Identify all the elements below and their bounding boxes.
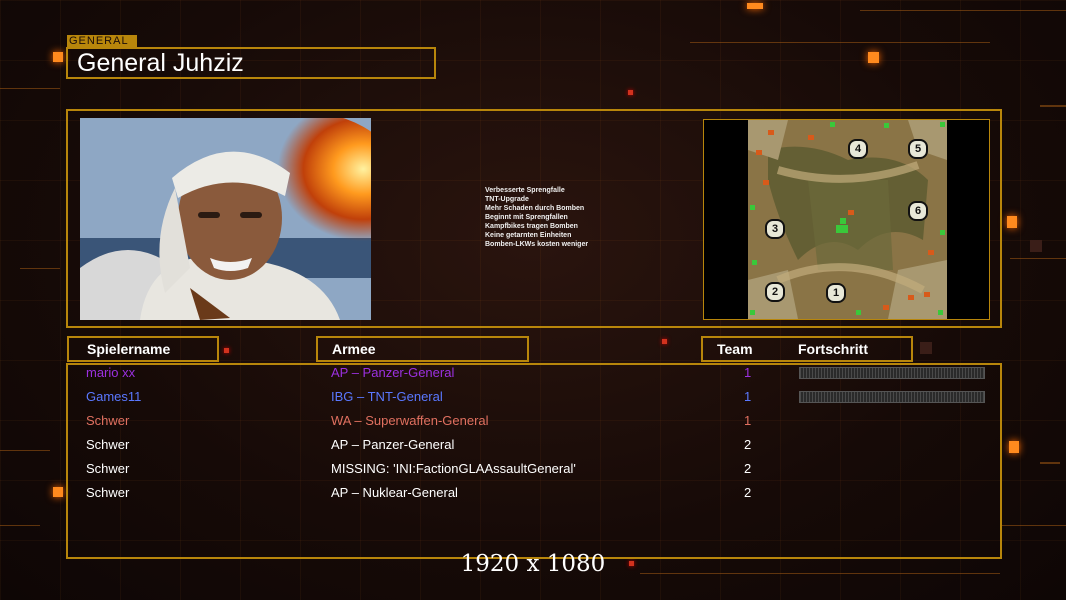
column-header-player[interactable]: Spielername: [67, 336, 219, 362]
deco-square: [1009, 441, 1019, 453]
feature-item: TNT-Upgrade: [485, 196, 529, 203]
player-army: AP – Panzer-General: [331, 437, 455, 452]
deco-square: [1007, 216, 1017, 228]
minimap[interactable]: 4 5 6 3 2 1: [748, 120, 947, 319]
start-position-marker[interactable]: 6: [908, 201, 928, 221]
deco-square: [224, 348, 229, 353]
deco-square: [1030, 240, 1042, 252]
player-name: Games11: [86, 389, 142, 404]
start-position-marker[interactable]: 5: [908, 139, 928, 159]
deco-square: [920, 342, 932, 354]
column-header-team-progress[interactable]: Team Fortschritt: [701, 336, 913, 362]
feature-item: Bomben-LKWs kosten weniger: [485, 241, 589, 248]
player-army: MISSING: 'INI:FactionGLAAssaultGeneral': [331, 461, 576, 476]
loading-progress-bar: [799, 367, 985, 379]
general-portrait-image: [80, 118, 371, 320]
player-army: IBG – TNT-General: [331, 389, 443, 404]
deco-line: [0, 450, 50, 451]
player-team: 2: [744, 461, 752, 476]
column-header-player-label: Spielername: [87, 341, 171, 357]
player-team: 1: [744, 413, 752, 428]
deco-square: [628, 90, 633, 95]
page-title: General Juhziz: [66, 47, 436, 79]
deco-square: [747, 3, 763, 9]
column-header-army-label: Armee: [332, 341, 376, 357]
player-name: mario xx: [86, 365, 136, 380]
deco-square: [53, 487, 63, 497]
player-name: Schwer: [86, 437, 130, 452]
deco-line: [20, 268, 60, 269]
deco-line: [1010, 258, 1066, 259]
loading-progress-bar: [799, 391, 985, 403]
feature-item: Verbesserte Sprengfalle: [485, 187, 565, 194]
general-features-list: Verbesserte Sprengfalle TNT-Upgrade Mehr…: [485, 186, 655, 249]
deco-square: [53, 52, 63, 62]
deco-square: [662, 339, 667, 344]
deco-line: [0, 88, 60, 89]
feature-item: Kampfbikes tragen Bomben: [485, 223, 578, 230]
deco-line: [1000, 525, 1066, 526]
deco-square: [868, 52, 879, 63]
deco-line: [1040, 105, 1066, 107]
player-team: 2: [744, 437, 752, 452]
start-position-marker[interactable]: 1: [826, 283, 846, 303]
player-name: Schwer: [86, 461, 130, 476]
player-team: 2: [744, 485, 752, 500]
player-army: WA – Superwaffen-General: [331, 413, 489, 428]
player-name: Schwer: [86, 485, 130, 500]
player-army: AP – Nuklear-General: [331, 485, 458, 500]
column-header-progress-label: Fortschritt: [798, 341, 868, 357]
start-position-marker[interactable]: 4: [848, 139, 868, 159]
deco-line: [690, 42, 990, 43]
general-portrait: [80, 118, 371, 320]
start-position-marker[interactable]: 2: [765, 282, 785, 302]
feature-item: Keine getarnten Einheiten: [485, 232, 572, 239]
feature-item: Mehr Schaden durch Bomben: [485, 205, 585, 212]
start-position-marker[interactable]: 3: [765, 219, 785, 239]
column-header-team-label: Team: [717, 341, 753, 357]
deco-line: [1040, 462, 1060, 464]
player-army: AP – Panzer-General: [331, 365, 455, 380]
player-team: 1: [744, 389, 752, 404]
deco-line: [0, 525, 40, 526]
deco-line: [860, 10, 1066, 11]
player-team: 1: [744, 365, 752, 380]
player-name: Schwer: [86, 413, 130, 428]
feature-item: Beginnt mit Sprengfallen: [485, 214, 568, 221]
column-header-army[interactable]: Armee: [316, 336, 529, 362]
resolution-overlay: 1920 x 1080: [460, 551, 606, 577]
